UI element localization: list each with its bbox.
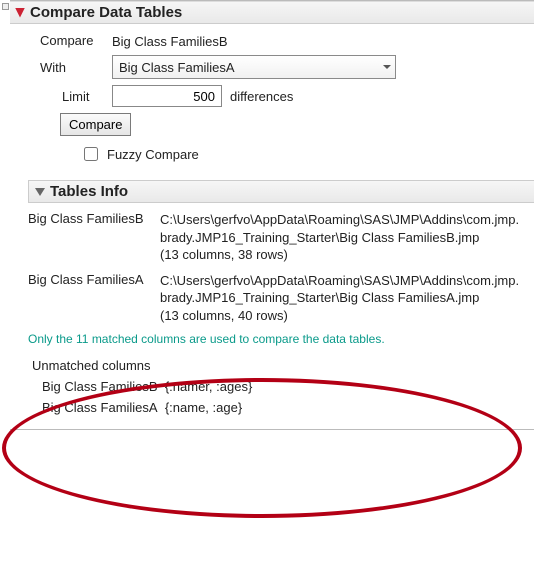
table-info-row: Big Class FamiliesA C:\Users\gerfvo\AppD… — [28, 272, 526, 325]
matched-note: Only the 11 matched columns are used to … — [28, 332, 526, 346]
gutter-marker — [2, 3, 9, 10]
table-info-row: Big Class FamiliesB C:\Users\gerfvo\AppD… — [28, 211, 526, 264]
disclosure-icon — [35, 188, 45, 196]
compare-button[interactable]: Compare — [60, 113, 131, 136]
compare-value: Big Class FamiliesB — [112, 32, 228, 49]
section-header-compare[interactable]: Compare Data Tables — [10, 1, 534, 24]
chevron-down-icon — [383, 65, 391, 69]
section-title: Compare Data Tables — [30, 4, 182, 21]
compare-label: Compare — [40, 33, 112, 48]
disclosure-icon — [15, 8, 25, 18]
table-path: C:\Users\gerfvo\AppData\Roaming\SAS\JMP\… — [160, 273, 519, 306]
fuzzy-label: Fuzzy Compare — [107, 147, 199, 162]
limit-suffix: differences — [230, 89, 293, 104]
table-name: Big Class FamiliesB — [28, 211, 160, 264]
with-dropdown[interactable]: Big Class FamiliesA — [112, 55, 396, 79]
section-title: Tables Info — [50, 183, 128, 200]
unmatched-title: Unmatched columns — [32, 358, 526, 373]
with-label: With — [40, 60, 112, 75]
unmatched-line: Big Class FamiliesB {:namer, :ages} — [42, 379, 526, 394]
gutter — [0, 0, 10, 430]
limit-label: Limit — [62, 89, 112, 104]
table-name: Big Class FamiliesA — [28, 272, 160, 325]
table-meta: (13 columns, 38 rows) — [160, 247, 288, 262]
table-meta: (13 columns, 40 rows) — [160, 308, 288, 323]
table-path: C:\Users\gerfvo\AppData\Roaming\SAS\JMP\… — [160, 212, 519, 245]
fuzzy-checkbox[interactable] — [84, 147, 98, 161]
section-header-tables-info[interactable]: Tables Info — [28, 180, 534, 203]
limit-input[interactable] — [112, 85, 222, 107]
unmatched-line: Big Class FamiliesA {:name, :age} — [42, 400, 526, 415]
with-dropdown-value: Big Class FamiliesA — [119, 60, 235, 75]
